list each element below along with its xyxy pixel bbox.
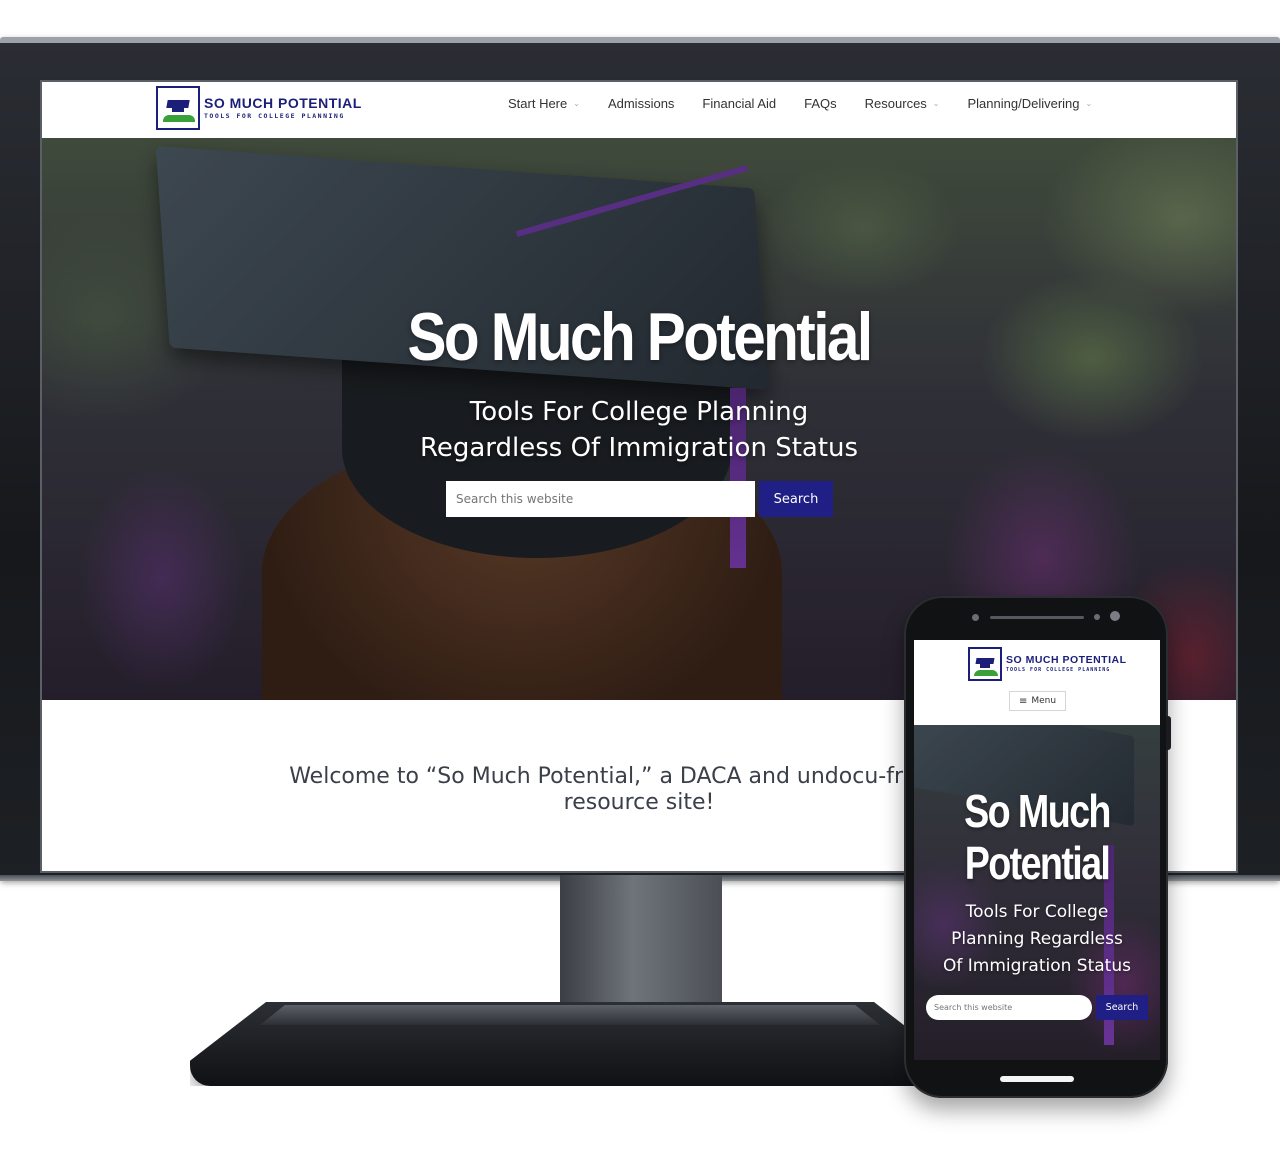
hero-subtitle: Tools For College Planning Regardless Of… bbox=[42, 394, 1236, 466]
graduation-cap-icon bbox=[156, 86, 200, 130]
search-form: Search bbox=[446, 481, 833, 517]
hero-subtitle-line: Tools For College Planning bbox=[469, 397, 809, 427]
phone-speaker bbox=[990, 616, 1084, 619]
mobile-search-button[interactable]: Search bbox=[1096, 995, 1148, 1020]
hero-subtitle-line: Tools For College bbox=[965, 902, 1109, 922]
graduation-cap-icon bbox=[968, 647, 1002, 681]
nav-label: Admissions bbox=[607, 96, 675, 111]
logo-title: SO MUCH POTENTIAL bbox=[204, 95, 362, 112]
nav-item-planning-delivering[interactable]: Planning/Delivering ⌄ bbox=[968, 96, 1093, 111]
nav-label: Resources bbox=[864, 96, 927, 111]
hero-subtitle-line: Of Immigration Status bbox=[943, 956, 1131, 976]
mobile-menu-button[interactable]: ≡ Menu bbox=[1009, 691, 1066, 711]
chevron-down-icon: ⌄ bbox=[932, 99, 940, 108]
nav-label: Start Here bbox=[508, 96, 568, 111]
search-button[interactable]: Search bbox=[759, 481, 833, 517]
mobile-search-input[interactable] bbox=[926, 995, 1092, 1020]
phone-home-indicator bbox=[1000, 1076, 1074, 1082]
nav-item-admissions[interactable]: Admissions bbox=[608, 96, 674, 111]
mobile-hero-section: So Much Potential Tools For College Plan… bbox=[914, 725, 1160, 1060]
hero-subtitle-line: Planning Regardless bbox=[951, 929, 1123, 949]
hero-subtitle-line: Regardless Of Immigration Status bbox=[419, 433, 859, 463]
mobile-site-logo[interactable]: SO MUCH POTENTIAL TOOLS FOR COLLEGE PLAN… bbox=[968, 647, 1127, 681]
nav-item-financial-aid[interactable]: Financial Aid bbox=[702, 96, 776, 111]
chevron-down-icon: ⌄ bbox=[573, 99, 580, 108]
menu-label: Menu bbox=[1031, 696, 1057, 706]
mobile-header: SO MUCH POTENTIAL TOOLS FOR COLLEGE PLAN… bbox=[914, 640, 1160, 725]
phone-sensor bbox=[1094, 614, 1100, 620]
mobile-search-form: Search bbox=[926, 995, 1148, 1020]
monitor-stand-base-top bbox=[260, 1005, 880, 1025]
hero-title-line: Potential bbox=[964, 837, 1111, 889]
hamburger-icon: ≡ bbox=[1018, 695, 1028, 707]
nav-label: Planning/Delivering bbox=[967, 96, 1080, 111]
site-logo[interactable]: SO MUCH POTENTIAL TOOLS FOR COLLEGE PLAN… bbox=[156, 86, 362, 130]
search-input[interactable] bbox=[446, 481, 755, 517]
phone-camera bbox=[1110, 611, 1120, 621]
logo-title: SO MUCH POTENTIAL bbox=[1006, 654, 1127, 667]
nav-label: Financial Aid bbox=[702, 96, 777, 111]
logo-subtitle: TOOLS FOR COLLEGE PLANNING bbox=[204, 112, 345, 121]
mobile-hero-title: So Much Potential bbox=[936, 785, 1138, 889]
chevron-down-icon: ⌄ bbox=[1085, 99, 1093, 108]
hero-title-line: So Much bbox=[964, 785, 1111, 837]
main-nav: Start Here ⌄ Admissions Financial Aid FA… bbox=[508, 96, 1120, 111]
hero-title: So Much Potential bbox=[407, 299, 873, 375]
nav-item-resources[interactable]: Resources ⌄ bbox=[865, 96, 940, 111]
logo-subtitle: TOOLS FOR COLLEGE PLANNING bbox=[1006, 666, 1111, 673]
nav-item-start-here[interactable]: Start Here ⌄ bbox=[508, 96, 580, 111]
mobile-screen: SO MUCH POTENTIAL TOOLS FOR COLLEGE PLAN… bbox=[914, 640, 1160, 1060]
nav-item-faqs[interactable]: FAQs bbox=[804, 96, 837, 111]
nav-label: FAQs bbox=[804, 96, 837, 111]
phone-side-button bbox=[1166, 716, 1171, 750]
mobile-hero-subtitle: Tools For College Planning Regardless Of… bbox=[914, 899, 1160, 980]
mobile-phone: SO MUCH POTENTIAL TOOLS FOR COLLEGE PLAN… bbox=[904, 596, 1171, 1098]
phone-sensor bbox=[972, 614, 979, 621]
